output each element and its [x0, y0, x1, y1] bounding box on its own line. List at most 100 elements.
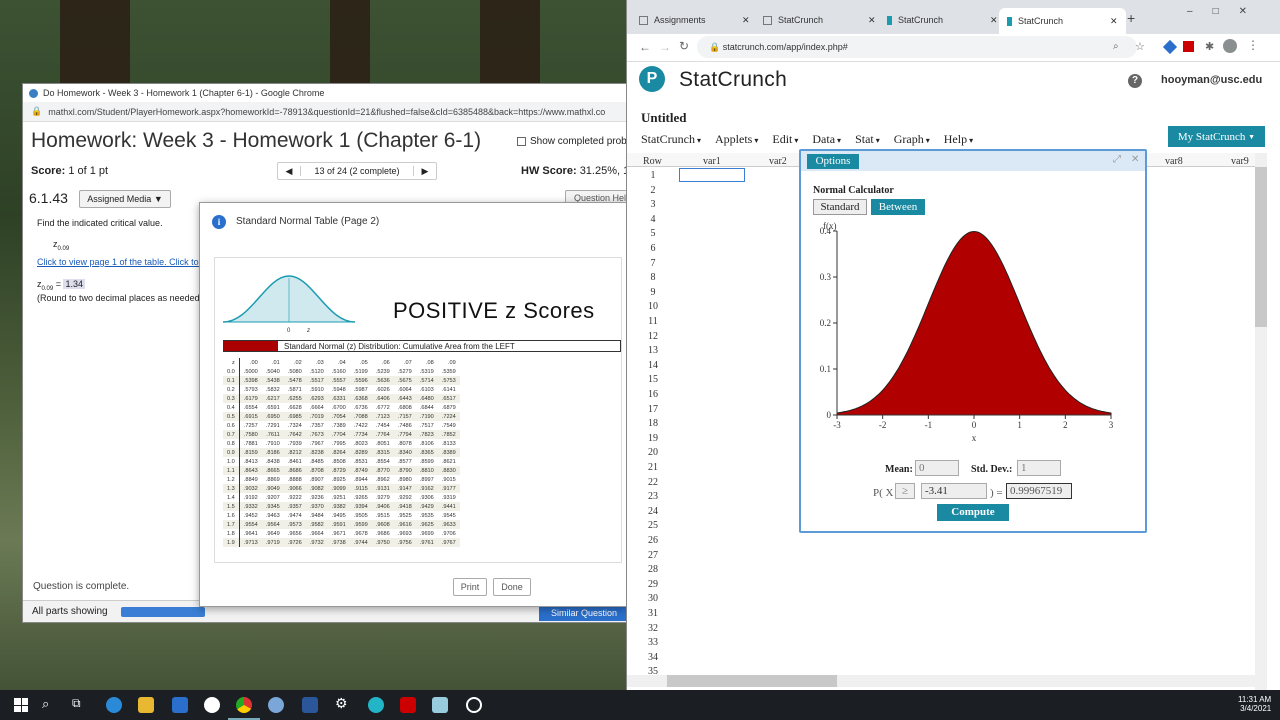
menu-stat[interactable]: Stat ▾	[855, 132, 880, 146]
menu-help[interactable]: Help ▾	[944, 132, 973, 146]
app-icon[interactable]	[400, 697, 416, 713]
address-bar[interactable]: 🔒 statcrunch.com/app/index.php#	[697, 36, 1137, 58]
between-tab[interactable]: Between	[871, 199, 925, 215]
table-page-1-link[interactable]: Click to view page 1 of the table.	[37, 257, 167, 267]
scroll-thumb[interactable]	[667, 675, 837, 687]
app-icon[interactable]	[432, 697, 448, 713]
tab-label: StatCrunch	[898, 15, 944, 25]
tab-statcrunch-2[interactable]: StatCrunch ✕	[879, 8, 1006, 32]
r-app-icon[interactable]	[268, 697, 284, 713]
z-table-cell: .9686	[375, 530, 390, 537]
extension-icon[interactable]	[1183, 41, 1194, 52]
chrome-icon[interactable]	[236, 697, 252, 713]
show-completed-toggle[interactable]: Show completed proble	[517, 136, 627, 147]
z-table-cell: .9767	[437, 538, 460, 547]
forward-icon[interactable]: →	[659, 40, 671, 54]
close-tab-icon[interactable]: ✕	[1110, 16, 1118, 27]
print-button[interactable]: Print	[453, 578, 487, 596]
new-tab-icon[interactable]: +	[1127, 10, 1135, 26]
prev-question-icon[interactable]: ◀	[278, 166, 300, 177]
mean-input[interactable]: 0	[915, 460, 959, 476]
row-number: 24	[648, 505, 658, 517]
extension-icon[interactable]	[1162, 39, 1178, 55]
scroll-thumb[interactable]	[1255, 167, 1267, 327]
zoom-icon[interactable]: ⌕	[1113, 41, 1119, 52]
std-dev-input[interactable]: 1	[1017, 460, 1061, 476]
app-icon[interactable]	[368, 697, 384, 713]
word-icon[interactable]	[302, 697, 318, 713]
close-tab-icon[interactable]: ✕	[990, 15, 998, 26]
vertical-scrollbar[interactable]	[1255, 153, 1267, 690]
tab-statcrunch-active[interactable]: StatCrunch ✕	[999, 8, 1126, 34]
z-table-cell: .7580	[239, 430, 262, 439]
profile-avatar[interactable]	[1223, 39, 1237, 53]
next-question-icon[interactable]: ▶	[414, 166, 436, 177]
row-number: 9	[650, 286, 656, 298]
x-value-input[interactable]: -3.41	[921, 483, 987, 499]
z-table-cell: .5199	[353, 368, 368, 375]
probability-result[interactable]: 0.99967519	[1006, 483, 1072, 499]
z-table-row: 1.6.9452 .9463 .9474 .9484 .9495 .9505 .9515 .9…	[223, 511, 460, 520]
horizontal-scrollbar[interactable]	[627, 675, 1255, 687]
task-view-icon[interactable]: ⧉	[72, 696, 81, 711]
address-bar[interactable]: 🔒 mathxl.com/Student/PlayerHomework.aspx…	[23, 102, 627, 122]
search-icon[interactable]: ⌕	[42, 696, 49, 712]
question-number: 6.1.43	[29, 190, 68, 206]
user-email[interactable]: hooyman@usc.edu	[1161, 74, 1262, 86]
windows-start-icon[interactable]	[14, 698, 28, 712]
my-statcrunch-button[interactable]: My StatCrunch ▼	[1168, 126, 1265, 147]
clock[interactable]: 11:31 AM 3/4/2021	[1238, 695, 1271, 713]
minimize-icon[interactable]: –	[1187, 6, 1213, 17]
menu-data[interactable]: Data ▾	[812, 132, 841, 146]
settings-gear-icon[interactable]: ⚙	[335, 695, 348, 712]
maximize-icon[interactable]: □	[1213, 6, 1239, 17]
z-table-cell: .9495	[331, 512, 346, 519]
tab-assignments[interactable]: Assignments ✕	[631, 8, 758, 32]
z-table-cell: .6628	[287, 404, 302, 411]
puzzle-icon[interactable]: ✱	[1205, 40, 1214, 53]
maximize-dialog-icon[interactable]: ⤢	[1113, 154, 1121, 165]
standard-tab[interactable]: Standard	[813, 199, 867, 215]
menu-statcrunch[interactable]: StatCrunch ▾	[641, 132, 701, 146]
options-button[interactable]: Options	[807, 154, 859, 169]
tab-statcrunch-1[interactable]: StatCrunch ✕	[755, 8, 884, 32]
done-button[interactable]: Done	[493, 578, 531, 596]
file-explorer-icon[interactable]	[138, 697, 154, 713]
app-icon[interactable]	[466, 697, 482, 713]
z-table-cell: 0.5	[223, 412, 240, 421]
z-table-row: 1.7.9554.9564.9573.9582.9591.9599.9608.9…	[223, 520, 460, 529]
column-header-var8[interactable]: var8	[1165, 156, 1183, 167]
z-table-cell: .7357	[309, 422, 324, 429]
selected-cell[interactable]	[679, 168, 745, 182]
column-header-var9[interactable]: var9	[1231, 156, 1249, 167]
checkbox[interactable]	[517, 137, 526, 146]
compute-button[interactable]: Compute	[937, 504, 1009, 521]
operator-select[interactable]: ≥	[895, 483, 915, 499]
chrome-menu-icon[interactable]: ⋮	[1247, 38, 1259, 52]
mail-icon[interactable]	[172, 697, 188, 713]
menu-edit[interactable]: Edit ▾	[772, 132, 798, 146]
z-table-cell: .8849	[243, 476, 258, 483]
menu-graph[interactable]: Graph ▾	[894, 132, 930, 146]
close-window-icon[interactable]: ✕	[1239, 6, 1267, 17]
z-table-cell: .9756	[393, 538, 416, 547]
z-table-cell: .8051	[375, 440, 390, 447]
help-icon[interactable]: ?	[1128, 74, 1142, 88]
edge-icon[interactable]	[106, 697, 122, 713]
close-dialog-icon[interactable]: ✕	[1131, 154, 1139, 165]
bookmark-star-icon[interactable]: ☆	[1135, 40, 1145, 53]
column-header-var2[interactable]: var2	[769, 156, 787, 167]
answer-input[interactable]: 1.34	[63, 279, 85, 289]
question-selector[interactable]: 13 of 24 (2 complete)	[300, 166, 414, 176]
back-icon[interactable]: ←	[639, 40, 651, 54]
menu-applets[interactable]: Applets ▾	[715, 132, 758, 146]
close-tab-icon[interactable]: ✕	[868, 15, 876, 26]
assigned-media-button[interactable]: Assigned Media ▼	[79, 190, 171, 208]
xbox-icon[interactable]	[204, 697, 220, 713]
url-text[interactable]: mathxl.com/Student/PlayerHomework.aspx?h…	[48, 107, 605, 117]
reload-icon[interactable]: ↻	[679, 39, 689, 53]
close-tab-icon[interactable]: ✕	[742, 15, 750, 26]
curve-zero-label: 0	[287, 328, 291, 334]
z-subscript: 0.09	[57, 245, 70, 252]
column-header-var1[interactable]: var1	[703, 156, 721, 167]
